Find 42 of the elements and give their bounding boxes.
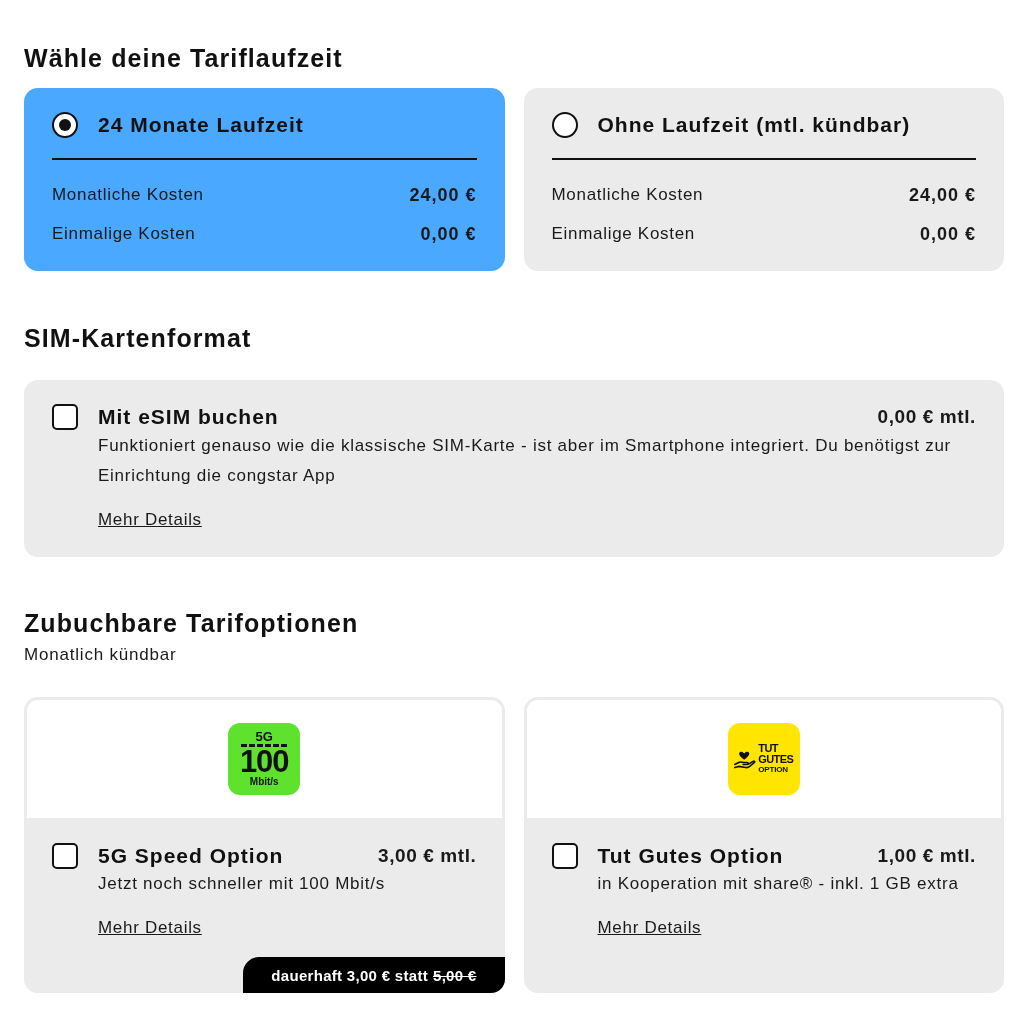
cost-value: 0,00 € [919, 223, 976, 246]
heart-hand-icon [734, 750, 757, 770]
cost-value: 0,00 € [420, 223, 477, 246]
option-description: Funktioniert genauso wie die klassische SIM-Karte - ist aber im Smartphone integriert. Du benötigst zur Einrichtung die congstar App [98, 435, 952, 487]
logo-text: Mbit/s [249, 776, 279, 788]
option-price: 0,00 € mtl. [877, 406, 976, 428]
section-heading: SIM-Kartenformat [24, 324, 252, 352]
plan-card[interactable]: 24 Monate Laufzeit Monatliche Kosten 24,00 € Einmalige Kosten 0,00 € [24, 88, 505, 271]
option-title: 5G Speed Option [98, 844, 284, 868]
promo-text: dauerhaft 3,00 € statt [271, 966, 428, 984]
section-heading: Wähle deine Tariflaufzeit [24, 44, 343, 72]
option-description: in Kooperation mit share® - inkl. 1 GB extra [597, 873, 960, 895]
logo-text: 5G [255, 730, 273, 743]
section-subheading: Monatlich kündbar [24, 644, 177, 666]
plan-title: Ohne Laufzeit (mtl. kündbar) [597, 113, 911, 137]
logo-text: OPTION [758, 765, 788, 775]
details-link[interactable]: Mehr Details [98, 508, 202, 532]
checkbox[interactable] [52, 843, 78, 869]
radio-button[interactable] [52, 112, 78, 138]
option-price: 1,00 € mtl. [877, 845, 976, 867]
old-price: 5,00 € [433, 966, 477, 984]
cost-label: Einmalige Kosten [551, 223, 695, 245]
cost-label: Monatliche Kosten [52, 184, 204, 206]
checkbox[interactable] [52, 404, 78, 430]
details-link[interactable]: Mehr Details [597, 916, 702, 940]
logo-text: 100 [239, 748, 289, 776]
section-heading: Zubuchbare Tarifoptionen [24, 609, 359, 637]
option-title: Tut Gutes Option [597, 844, 784, 868]
plan-card[interactable]: Ohne Laufzeit (mtl. kündbar) Monatliche Kosten 24,00 € Einmalige Kosten 0,00 € [523, 88, 1004, 271]
cost-label: Monatliche Kosten [551, 184, 704, 206]
logo-text: GUTES [758, 754, 794, 765]
cost-value: 24,00 € [908, 184, 976, 207]
cost-value: 24,00 € [409, 184, 477, 207]
radio-button[interactable] [551, 112, 578, 138]
plan-title: 24 Monate Laufzeit [98, 113, 304, 137]
option-title: Mit eSIM buchen [98, 405, 279, 429]
option-price: 3,00 € mtl. [378, 845, 477, 867]
option-description: Jetzt noch schneller mit 100 Mbit/s [98, 873, 387, 895]
logo-text: TUT [758, 743, 778, 754]
checkbox[interactable] [551, 843, 578, 869]
details-link[interactable]: Mehr Details [98, 916, 202, 940]
cost-label: Einmalige Kosten [52, 223, 196, 245]
